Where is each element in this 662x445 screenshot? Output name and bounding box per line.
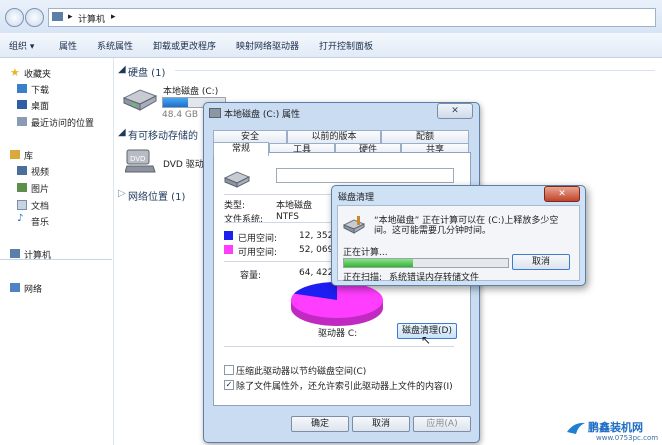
ok-button[interactable]: 确定 (291, 416, 349, 432)
used-space-swatch (224, 231, 233, 240)
dialog-title: 本地磁盘 (C:) 属性 (224, 110, 301, 120)
svg-text:DVD: DVD (130, 155, 145, 163)
close-button[interactable]: ✕ (544, 186, 580, 202)
pictures-icon (17, 183, 27, 192)
disk-usage-pie (288, 280, 386, 328)
free-space-label: 可用空间: (238, 248, 278, 258)
divider (224, 222, 332, 223)
recent-places-icon (17, 117, 27, 126)
apply-button[interactable]: 应用(A) (413, 416, 471, 432)
capacity-label: 容量: (240, 271, 262, 281)
sidebar-item-network[interactable]: 网络 (24, 282, 42, 295)
disk-free-text: 48.4 GB (162, 110, 199, 120)
type-value: 本地磁盘 (276, 201, 313, 211)
computer-icon (52, 12, 63, 21)
documents-icon (17, 200, 27, 210)
drive-label: 驱动器 C: (318, 329, 358, 339)
filesystem-value: NTFS (276, 212, 299, 222)
library-icon (10, 150, 20, 159)
desktop-icon (17, 100, 27, 109)
cancel-button[interactable]: 取消 (352, 416, 410, 432)
properties-button[interactable]: 属性 (59, 39, 77, 52)
control-panel-button[interactable]: 打开控制面板 (319, 39, 373, 52)
group-header-network[interactable]: 网络位置 (1) (128, 188, 185, 203)
sidebar-item-pictures[interactable]: 图片 (31, 182, 49, 195)
volume-name-input[interactable] (276, 168, 454, 183)
videos-icon (17, 166, 27, 175)
index-label: 除了文件属性外，还允许索引此驱动器上文件的内容(I) (236, 382, 453, 392)
forward-button[interactable] (25, 8, 44, 27)
free-space-swatch (224, 245, 233, 254)
cleanup-progress-bar (343, 258, 509, 268)
uninstall-button[interactable]: 卸载或更改程序 (153, 39, 216, 52)
tab-quota[interactable]: 配额 (381, 130, 469, 143)
expand-arrow[interactable]: ◢ (118, 127, 126, 138)
local-disk-label[interactable]: 本地磁盘 (C:) (163, 84, 218, 97)
network-icon (10, 283, 20, 292)
sidebar-item-downloads[interactable]: 下载 (31, 83, 49, 96)
computer-icon (10, 249, 20, 258)
divider (224, 346, 454, 347)
drive-large-icon (223, 168, 251, 188)
cleanup-dialog-title: 磁盘清理 (338, 193, 375, 203)
map-drive-button[interactable]: 映射网络驱动器 (236, 39, 299, 52)
dvd-drive-icon: DVD (124, 148, 157, 176)
cleanup-progress-fill (344, 259, 413, 267)
group-header-removable[interactable]: 有可移动存储的 (128, 127, 198, 142)
sidebar-item-documents[interactable]: 文档 (31, 199, 49, 212)
close-button[interactable]: ✕ (437, 103, 473, 119)
cursor-icon: ↖ (421, 333, 432, 347)
address-field[interactable]: ▸ 计算机 ▸ (48, 8, 656, 27)
drive-icon (209, 108, 221, 118)
downloads-icon (17, 84, 27, 93)
collapse-arrow[interactable]: ▷ (118, 188, 126, 199)
group-header-hdd[interactable]: 硬盘 (1) (128, 64, 165, 79)
watermark-name: 鹏鑫装机网 (588, 421, 643, 434)
compress-label: 压缩此驱动器以节约磁盘空间(C) (236, 367, 367, 377)
scanning-label: 正在扫描: (343, 273, 383, 283)
sidebar-item-videos[interactable]: 视频 (31, 165, 49, 178)
dvd-drive-label[interactable]: DVD 驱动 (163, 157, 204, 170)
watermark-url: www.0753pc.com (596, 434, 659, 442)
sidebar-item-music[interactable]: 音乐 (31, 215, 49, 228)
disk-usage-fill (163, 98, 188, 107)
expand-arrow[interactable]: ◢ (118, 64, 126, 75)
music-icon: ♪ (17, 213, 24, 224)
address-arrow[interactable]: ▸ (111, 12, 116, 22)
calculating-text: 正在计算... (343, 248, 388, 258)
cleanup-cancel-button[interactable]: 取消 (512, 254, 570, 270)
organize-button[interactable]: 组织 ▾ (9, 39, 34, 52)
tab-previous-versions[interactable]: 以前的版本 (287, 130, 381, 143)
sidebar-item-library[interactable]: 库 (24, 149, 33, 162)
star-icon: ★ (10, 66, 20, 79)
sidebar-item-recent[interactable]: 最近访问的位置 (31, 116, 94, 129)
index-checkbox[interactable]: ✓ (224, 380, 234, 390)
used-space-label: 已用空间: (238, 234, 278, 244)
disk-cleanup-icon (342, 216, 366, 234)
compress-checkbox[interactable] (224, 365, 234, 375)
type-label: 类型: (224, 201, 246, 211)
address-crumb[interactable]: 计算机 (78, 12, 105, 25)
system-properties-button[interactable]: 系统属性 (97, 39, 133, 52)
divider (224, 261, 332, 262)
hard-drive-icon (122, 84, 158, 112)
sidebar-item-desktop[interactable]: 桌面 (31, 99, 49, 112)
divider (0, 259, 112, 260)
watermark-logo (566, 420, 586, 436)
address-arrow[interactable]: ▸ (68, 12, 73, 22)
cleanup-message-line2: 间。这可能需要几分钟时间。 (374, 226, 492, 236)
filesystem-label: 文件系统: (224, 215, 264, 225)
sidebar-item-favorites[interactable]: 收藏夹 (24, 67, 51, 80)
group-divider (175, 70, 655, 71)
scanning-value: 系统错误内存转储文件 (389, 273, 480, 283)
back-button[interactable] (5, 8, 24, 27)
tab-general[interactable]: 常规 (213, 142, 269, 156)
